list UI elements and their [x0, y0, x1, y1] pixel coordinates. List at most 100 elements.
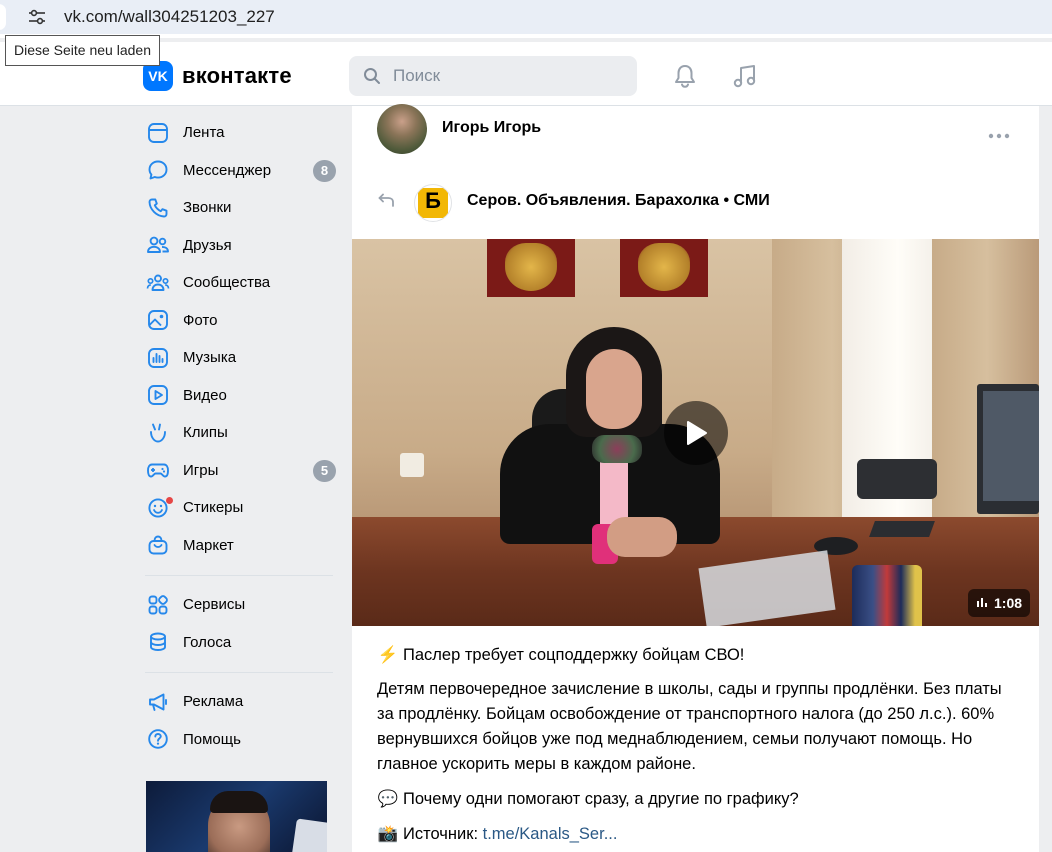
sidebar-item-label: Сервисы [183, 596, 246, 614]
more-options-icon[interactable] [988, 126, 1010, 144]
browser-bar: vk.com/wall304251203_227 [0, 0, 1052, 38]
video-frame-emblem [487, 239, 575, 297]
play-button[interactable] [664, 401, 728, 465]
sidebar-item-market[interactable]: Маркет [145, 527, 340, 565]
music-player-icon[interactable] [732, 63, 758, 94]
video-frame-shirt [600, 454, 628, 524]
sidebar-item-feed[interactable]: Лента [145, 114, 340, 152]
gamepad-icon [145, 457, 171, 483]
sidebar-item-label: Музыка [183, 349, 237, 367]
post-text-question: 💬 Почему одни помогают сразу, а другие по… [377, 787, 1017, 812]
post-text-title: ⚡ Паслер требует соцподдержку бойцам СВО! [377, 643, 1017, 668]
megaphone-icon [145, 689, 171, 715]
repost-icon [377, 193, 395, 214]
source-link[interactable]: t.me/Kanals_Ser... [483, 825, 618, 843]
source-community-name[interactable]: Серов. Объявления. Барахолка • СМИ [467, 192, 770, 210]
sidebar-item-votes[interactable]: Голоса [145, 624, 340, 662]
video-frame-necklace [592, 435, 642, 463]
sidebar-divider [145, 672, 333, 673]
site-info-icon[interactable] [24, 5, 50, 29]
author-avatar[interactable] [377, 104, 427, 154]
sidebar-item-label: Помощь [183, 730, 241, 748]
sidebar-item-label: Мессенджер [183, 161, 272, 179]
sidebar-item-label: Маркет [183, 536, 234, 554]
sidebar-item-friends[interactable]: Друзья [145, 227, 340, 265]
video-icon [145, 382, 171, 408]
help-icon [145, 726, 171, 752]
sidebar-item-label: Голоса [183, 633, 232, 651]
video-frame-keyboard [869, 521, 935, 537]
vk-logo-text: вконтакте [182, 63, 292, 88]
video-duration-badge: 1:08 [968, 589, 1031, 617]
market-icon [145, 532, 171, 558]
promo-card [291, 818, 327, 852]
feed-icon [145, 120, 171, 146]
video-frame-pens [852, 565, 922, 626]
coins-icon [145, 629, 171, 655]
phone-icon [145, 195, 171, 221]
post-author-name[interactable]: Игорь Игорь [442, 119, 541, 137]
sidebar-promo-image[interactable] [146, 781, 327, 852]
photo-icon [145, 307, 171, 333]
sidebar-nav: Лента Мессенджер 8 Звонки Друзья Сообщес… [145, 114, 340, 758]
sidebar-item-photos[interactable]: Фото [145, 302, 340, 340]
post-text-body: Детям первочередное зачисление в школы, … [377, 680, 1002, 773]
sidebar-divider [145, 575, 333, 576]
sidebar-item-video[interactable]: Видео [145, 377, 340, 415]
sidebar-item-label: Клипы [183, 424, 228, 442]
sidebar-item-label: Звонки [183, 199, 232, 217]
video-frame-face [586, 349, 642, 429]
music-icon [145, 345, 171, 371]
search-box[interactable] [349, 56, 637, 96]
sidebar-item-label: Сообщества [183, 274, 271, 292]
wall-post: Игорь Игорь Б Серов. Объявления. Барахол… [352, 104, 1039, 852]
sidebar-item-help[interactable]: Помощь [145, 721, 340, 759]
video-frame-hands [607, 517, 677, 557]
unread-count-badge: 8 [313, 159, 336, 182]
games-count-badge: 5 [313, 459, 336, 482]
video-frame-emblem [620, 239, 708, 297]
promo-person-hair [210, 791, 268, 813]
sidebar-item-label: Стикеры [183, 499, 244, 517]
video-duration: 1:08 [994, 595, 1023, 611]
sidebar-item-label: Фото [183, 311, 218, 329]
sidebar-item-messenger[interactable]: Мессенджер 8 [145, 152, 340, 190]
source-avatar-logo: Б [418, 188, 448, 218]
vk-logo[interactable]: VK вконтакте [143, 61, 292, 91]
video-frame-monitor-screen [983, 391, 1039, 501]
video-frame-phone [857, 459, 937, 499]
video-frame-switch [400, 453, 424, 477]
url-text[interactable]: vk.com/wall304251203_227 [64, 7, 275, 27]
video-stats-icon [976, 595, 988, 611]
sidebar-item-communities[interactable]: Сообщества [145, 264, 340, 302]
sidebar-item-clips[interactable]: Клипы [145, 414, 340, 452]
sidebar-item-calls[interactable]: Звонки [145, 189, 340, 227]
source-community-avatar[interactable]: Б [414, 184, 452, 222]
post-title-text: Паслер требует соцподдержку бойцам СВО! [403, 646, 745, 664]
message-icon [145, 157, 171, 183]
search-input[interactable] [393, 56, 623, 96]
services-icon [145, 592, 171, 618]
sidebar-item-label: Видео [183, 386, 227, 404]
back-button[interactable] [0, 4, 6, 30]
camera-icon: 📸 [377, 825, 399, 843]
sidebar-item-label: Игры [183, 461, 219, 479]
video-player[interactable]: 1:08 [352, 239, 1039, 626]
sidebar-item-music[interactable]: Музыка [145, 339, 340, 377]
sidebar-item-stickers[interactable]: Стикеры [145, 489, 340, 527]
search-icon [363, 67, 381, 90]
sidebar-item-label: Друзья [183, 236, 232, 254]
new-indicator-dot [166, 497, 173, 504]
sidebar-item-games[interactable]: Игры 5 [145, 452, 340, 490]
sidebar-item-services[interactable]: Сервисы [145, 586, 340, 624]
post-question-text: Почему одни помогают сразу, а другие по … [403, 790, 799, 808]
post-text-source: 📸 Источник: t.me/Kanals_Ser... [377, 822, 1017, 847]
address-bar[interactable]: vk.com/wall304251203_227 [0, 0, 1052, 34]
source-label: Источник: [403, 825, 479, 843]
sidebar-item-ads[interactable]: Реклама [145, 683, 340, 721]
sidebar-item-label: Лента [183, 124, 225, 142]
clips-icon [145, 420, 171, 446]
speech-bubble-icon: 💬 [377, 790, 399, 808]
notifications-bell-icon[interactable] [672, 63, 698, 94]
communities-icon [145, 270, 171, 296]
